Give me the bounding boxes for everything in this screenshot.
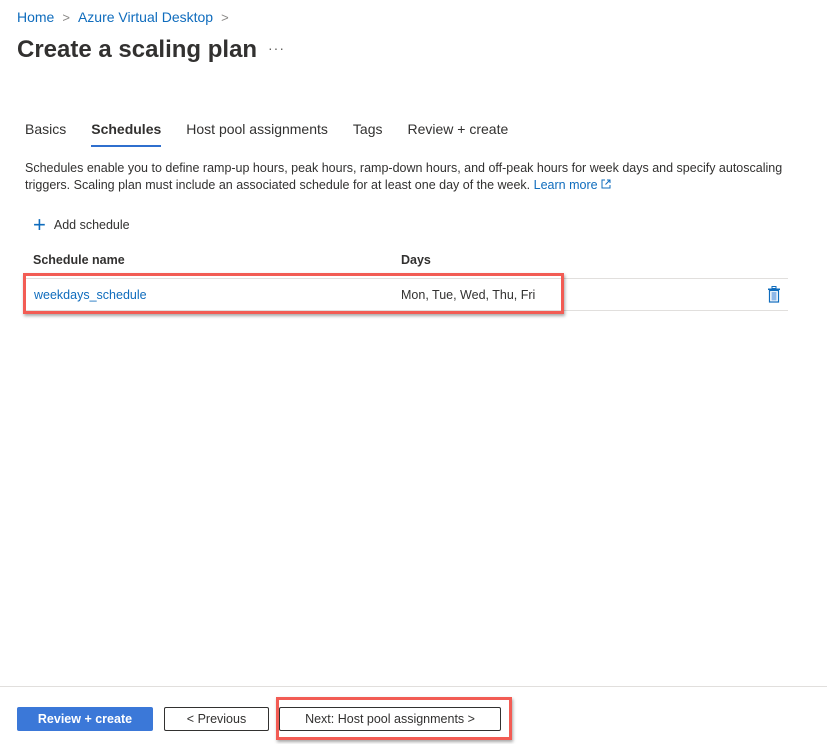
- previous-button[interactable]: < Previous: [164, 707, 269, 731]
- footer-divider: [0, 686, 827, 687]
- tab-review-create[interactable]: Review + create: [407, 121, 508, 147]
- tab-host-pool-assignments[interactable]: Host pool assignments: [186, 121, 328, 147]
- breadcrumb-azure-virtual-desktop[interactable]: Azure Virtual Desktop: [78, 9, 213, 25]
- review-create-button[interactable]: Review + create: [17, 707, 153, 731]
- breadcrumb-separator: >: [221, 9, 229, 25]
- breadcrumb-separator: >: [62, 9, 70, 25]
- tab-schedules[interactable]: Schedules: [91, 121, 162, 147]
- page-title: Create a scaling plan: [17, 36, 258, 63]
- learn-more-link[interactable]: Learn more: [534, 178, 611, 192]
- breadcrumb: Home > Azure Virtual Desktop >: [17, 9, 229, 25]
- column-header-schedule-name: Schedule name: [33, 253, 125, 267]
- external-link-icon: [601, 179, 611, 189]
- highlight-box-next-button: [276, 697, 512, 740]
- plus-icon: +: [33, 212, 46, 237]
- column-header-days: Days: [401, 253, 431, 267]
- tab-basics[interactable]: Basics: [25, 121, 66, 147]
- add-schedule-label: Add schedule: [53, 218, 130, 232]
- description-text: Schedules enable you to define ramp-up h…: [25, 161, 783, 192]
- breadcrumb-home[interactable]: Home: [17, 9, 54, 25]
- description: Schedules enable you to define ramp-up h…: [25, 160, 785, 194]
- tab-bar: Basics Schedules Host pool assignments T…: [25, 121, 508, 147]
- highlight-box-schedule-row: [23, 273, 564, 314]
- more-options-icon[interactable]: ···: [268, 40, 285, 56]
- trash-icon[interactable]: [767, 286, 781, 303]
- add-schedule-button[interactable]: + Add schedule: [33, 212, 130, 237]
- tab-tags[interactable]: Tags: [353, 121, 383, 147]
